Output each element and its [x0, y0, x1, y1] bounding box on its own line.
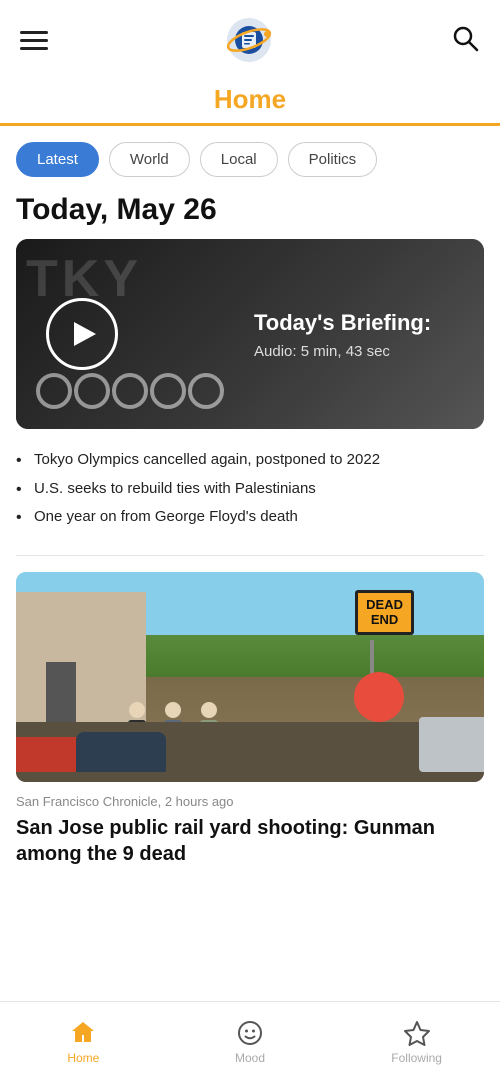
olympic-rings-decoration — [36, 373, 224, 409]
nav-home[interactable]: Home — [43, 1019, 123, 1065]
briefing-title: Today's Briefing: — [254, 309, 464, 337]
section-divider — [16, 555, 484, 556]
menu-button[interactable] — [20, 31, 48, 50]
search-button[interactable] — [450, 23, 480, 58]
tab-politics[interactable]: Politics — [288, 142, 378, 177]
date-heading: Today, May 26 — [0, 189, 500, 239]
dead-end-sign: DEAD END — [355, 590, 414, 635]
news-card[interactable]: DEAD END — [0, 572, 500, 887]
door — [46, 662, 76, 722]
briefing-subtitle: Audio: 5 min, 43 sec — [254, 342, 464, 359]
mood-icon — [236, 1019, 264, 1047]
bullet-3: One year on from George Floyd's death — [16, 506, 484, 529]
app-header — [0, 0, 500, 76]
briefing-text: Today's Briefing: Audio: 5 min, 43 sec — [254, 309, 464, 360]
play-button[interactable] — [46, 298, 118, 370]
bottom-nav: Home Mood Following — [0, 1001, 500, 1081]
bullet-1: Tokyo Olympics cancelled again, postpone… — [16, 449, 484, 472]
page-title: Home — [0, 84, 500, 115]
following-icon — [403, 1019, 431, 1047]
page-title-bar: Home — [0, 76, 500, 126]
tree-top — [354, 672, 404, 722]
app-logo — [225, 16, 273, 64]
nav-mood[interactable]: Mood — [210, 1019, 290, 1065]
news-image: DEAD END — [16, 572, 484, 782]
tab-latest[interactable]: Latest — [16, 142, 99, 177]
car-dark — [76, 732, 166, 772]
nav-mood-label: Mood — [235, 1051, 265, 1065]
briefing-card[interactable]: TKY Today's Briefing: Audio: 5 min, 43 s… — [16, 239, 484, 429]
filter-tabs: Latest World Local Politics — [0, 126, 500, 189]
news-scene: DEAD END — [16, 572, 484, 782]
tab-local[interactable]: Local — [200, 142, 278, 177]
news-headline: San Jose public rail yard shooting: Gunm… — [16, 815, 484, 867]
news-source: San Francisco Chronicle, 2 hours ago — [16, 794, 484, 809]
nav-home-label: Home — [67, 1051, 99, 1065]
nav-following-label: Following — [391, 1051, 442, 1065]
road — [16, 722, 484, 782]
van-white — [419, 717, 484, 772]
home-icon — [69, 1019, 97, 1047]
nav-following[interactable]: Following — [377, 1019, 457, 1065]
briefing-bullets: Tokyo Olympics cancelled again, postpone… — [0, 449, 500, 555]
bullet-2: U.S. seeks to rebuild ties with Palestin… — [16, 478, 484, 501]
tab-world[interactable]: World — [109, 142, 190, 177]
